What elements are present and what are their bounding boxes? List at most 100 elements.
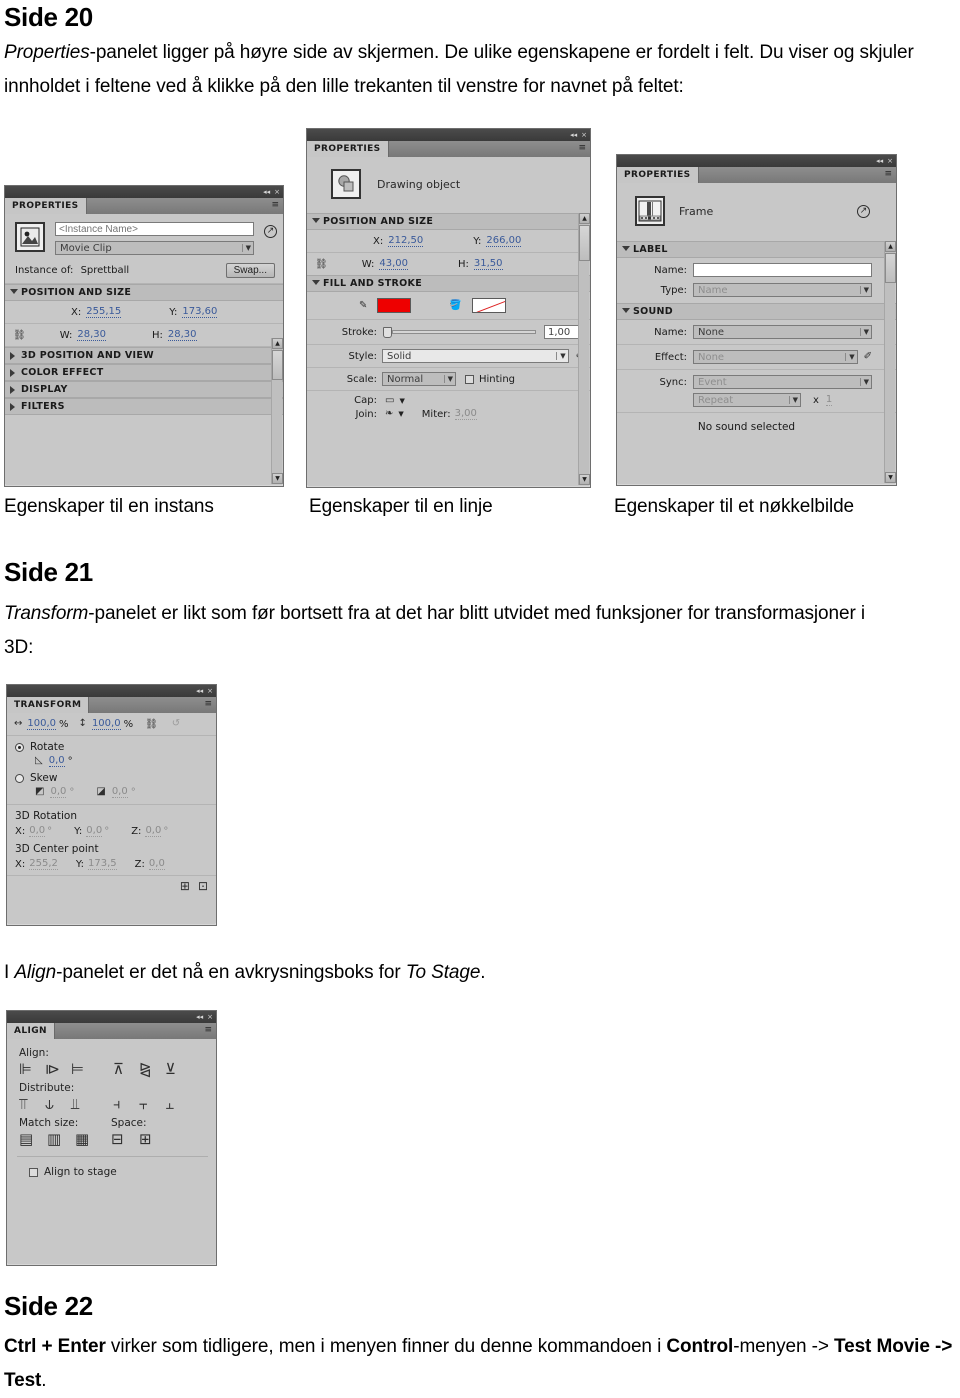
rot3d-y-value[interactable]: 0,0 [86, 825, 103, 837]
scroll-up-icon[interactable]: ▲ [885, 241, 896, 252]
chevron-down-icon[interactable] [622, 246, 630, 251]
fill-color-swatch[interactable] [471, 298, 506, 313]
duplicate-and-transform-icon[interactable]: ⊞ [180, 880, 190, 892]
distribute-top-edge-icon[interactable]: ⫪ [19, 1097, 45, 1112]
align-right-edge-icon[interactable]: ⊨ [71, 1062, 97, 1077]
rotate-option-row[interactable]: Rotate [7, 736, 216, 754]
panel-titlebar[interactable]: ◂◂ × [307, 129, 590, 141]
tab-properties[interactable]: PROPERTIES [617, 167, 699, 183]
stroke-style-select[interactable]: Solid ▼ [382, 349, 569, 363]
collapse-icon[interactable]: ◂◂ [876, 157, 883, 165]
frame-label-name-input[interactable] [693, 263, 872, 277]
h-value[interactable]: 28,30 [167, 329, 197, 341]
tab-transform[interactable]: TRANSFORM [7, 697, 90, 713]
chevron-right-icon[interactable] [10, 386, 15, 394]
chevron-down-icon[interactable]: ▼ [443, 375, 453, 383]
panel-scrollbar[interactable]: ▲ ▼ [884, 241, 896, 483]
space-evenly-horizontally-icon[interactable]: ⊞ [139, 1132, 167, 1147]
distribute-right-edge-icon[interactable]: ⫠ [165, 1097, 191, 1112]
panel-scrollbar[interactable]: ▲ ▼ [578, 213, 590, 485]
cen3d-y-value[interactable]: 173,5 [88, 858, 117, 870]
skew-x-value[interactable]: 0,0 [50, 786, 67, 798]
distribute-left-edge-icon[interactable]: ⫞ [113, 1097, 139, 1112]
section-sound[interactable]: SOUND [617, 303, 896, 320]
panel-titlebar[interactable]: ◂◂ × [617, 155, 896, 167]
scroll-down-icon[interactable]: ▼ [579, 474, 590, 485]
section-position-and-size[interactable]: POSITION AND SIZE [5, 284, 283, 301]
stroke-slider-track[interactable] [392, 330, 536, 334]
skew-option-row[interactable]: Skew [7, 770, 216, 785]
edit-sound-envelope-icon[interactable]: ✐ [864, 352, 872, 362]
transform-panel[interactable]: ◂◂ × TRANSFORM ≡ ↔ 100,0 % ↕ 100,0 % ⛓ ↺… [6, 684, 217, 926]
chevron-down-icon[interactable] [622, 308, 630, 313]
close-icon[interactable]: × [887, 157, 893, 165]
chevron-right-icon[interactable] [10, 403, 15, 411]
align-to-stage-row[interactable]: Align to stage [19, 1166, 206, 1178]
x-value[interactable]: 212,50 [388, 235, 424, 247]
miter-value[interactable]: 3,00 [454, 408, 477, 420]
panel-tabbar[interactable]: ALIGN ≡ [7, 1023, 216, 1039]
chevron-right-icon[interactable] [10, 369, 15, 377]
panel-tabbar[interactable]: PROPERTIES ≡ [5, 198, 283, 214]
sound-effect-select[interactable]: None ▼ [693, 350, 858, 364]
panel-tabbar[interactable]: TRANSFORM ≡ [7, 697, 216, 713]
chevron-down-icon[interactable]: ▼ [845, 353, 855, 361]
panel-titlebar[interactable]: ◂◂ × [7, 1011, 216, 1023]
x-value[interactable]: 255,15 [86, 306, 122, 318]
rotate-value[interactable]: 0,0 [48, 755, 65, 767]
distribute-vertical-center-icon[interactable]: ⫝ [45, 1097, 71, 1112]
hinting-checkbox[interactable] [465, 374, 474, 384]
scrollbar-thumb[interactable] [579, 225, 590, 261]
close-icon[interactable]: × [274, 188, 280, 196]
chevron-down-icon[interactable]: ▼ [398, 410, 403, 418]
section-filters[interactable]: FILTERS [5, 398, 283, 415]
tab-align[interactable]: ALIGN [7, 1023, 55, 1039]
tab-properties[interactable]: PROPERTIES [5, 198, 87, 214]
scroll-up-icon[interactable]: ▲ [579, 213, 590, 224]
lock-aspect-ratio-icon[interactable]: ⛓ [315, 259, 328, 270]
cen3d-z-value[interactable]: 0,0 [148, 858, 165, 870]
chevron-down-icon[interactable]: ▼ [788, 396, 798, 404]
properties-panel-frame[interactable]: ◂◂ × PROPERTIES ≡ Frame ↗ LABEL Name: Ty… [616, 154, 897, 486]
cen3d-x-value[interactable]: 255,2 [29, 858, 58, 870]
properties-panel-drawing-object[interactable]: ◂◂ × PROPERTIES ≡ Drawing object POSITIO… [306, 128, 591, 488]
panel-scrollbar[interactable]: ▲ ▼ [271, 338, 283, 484]
reset-icon[interactable]: ↺ [172, 719, 180, 729]
section-display[interactable]: DISPLAY [5, 381, 283, 398]
align-to-stage-checkbox[interactable] [29, 1167, 38, 1177]
align-panel[interactable]: ◂◂ × ALIGN ≡ Align: ⊫ ⧐ ⊨ ⊼ ⧎ ⊻ Distribu… [6, 1010, 217, 1266]
panel-titlebar[interactable]: ◂◂ × [5, 186, 283, 198]
tab-properties[interactable]: PROPERTIES [307, 141, 389, 157]
rot3d-z-value[interactable]: 0,0 [145, 825, 162, 837]
scroll-down-icon[interactable]: ▼ [885, 472, 896, 483]
match-width-and-height-icon[interactable]: ▦ [75, 1132, 103, 1147]
edit-in-new-window-icon[interactable]: ↗ [264, 225, 277, 238]
y-value[interactable]: 173,60 [182, 306, 218, 318]
collapse-icon[interactable]: ◂◂ [196, 1013, 203, 1021]
chevron-down-icon[interactable]: ▼ [859, 286, 869, 294]
collapse-icon[interactable]: ◂◂ [263, 188, 270, 196]
y-value[interactable]: 266,00 [486, 235, 522, 247]
panel-menu-icon[interactable]: ≡ [884, 170, 892, 179]
h-value[interactable]: 31,50 [473, 258, 503, 270]
scrollbar-thumb[interactable] [272, 350, 283, 380]
match-width-icon[interactable]: ▤ [19, 1132, 47, 1147]
skew-radio[interactable] [15, 773, 24, 783]
panel-titlebar[interactable]: ◂◂ × [7, 685, 216, 697]
constrain-icon[interactable]: ⛓ [145, 719, 158, 730]
lock-aspect-ratio-icon[interactable]: ⛓ [13, 330, 26, 341]
close-icon[interactable]: × [207, 1013, 213, 1021]
chevron-down-icon[interactable]: ▼ [556, 352, 566, 360]
chevron-down-icon[interactable]: ▼ [241, 244, 251, 252]
collapse-icon[interactable]: ◂◂ [196, 687, 203, 695]
chevron-down-icon[interactable] [312, 218, 320, 223]
swap-button[interactable]: Swap... [225, 263, 275, 278]
symbol-type-select[interactable]: Movie Clip ▼ [55, 241, 254, 255]
chevron-down-icon[interactable]: ▼ [859, 378, 869, 386]
distribute-bottom-edge-icon[interactable]: ⫫ [71, 1097, 97, 1112]
space-evenly-vertically-icon[interactable]: ⊟ [111, 1132, 139, 1147]
distribute-horizontal-center-icon[interactable]: ⫟ [139, 1097, 165, 1112]
rotate-radio[interactable] [15, 742, 24, 752]
scale-width-value[interactable]: 100,0 [27, 718, 57, 730]
properties-panel-instance[interactable]: ◂◂ × PROPERTIES ≡ Movie Clip ▼ [4, 185, 284, 487]
